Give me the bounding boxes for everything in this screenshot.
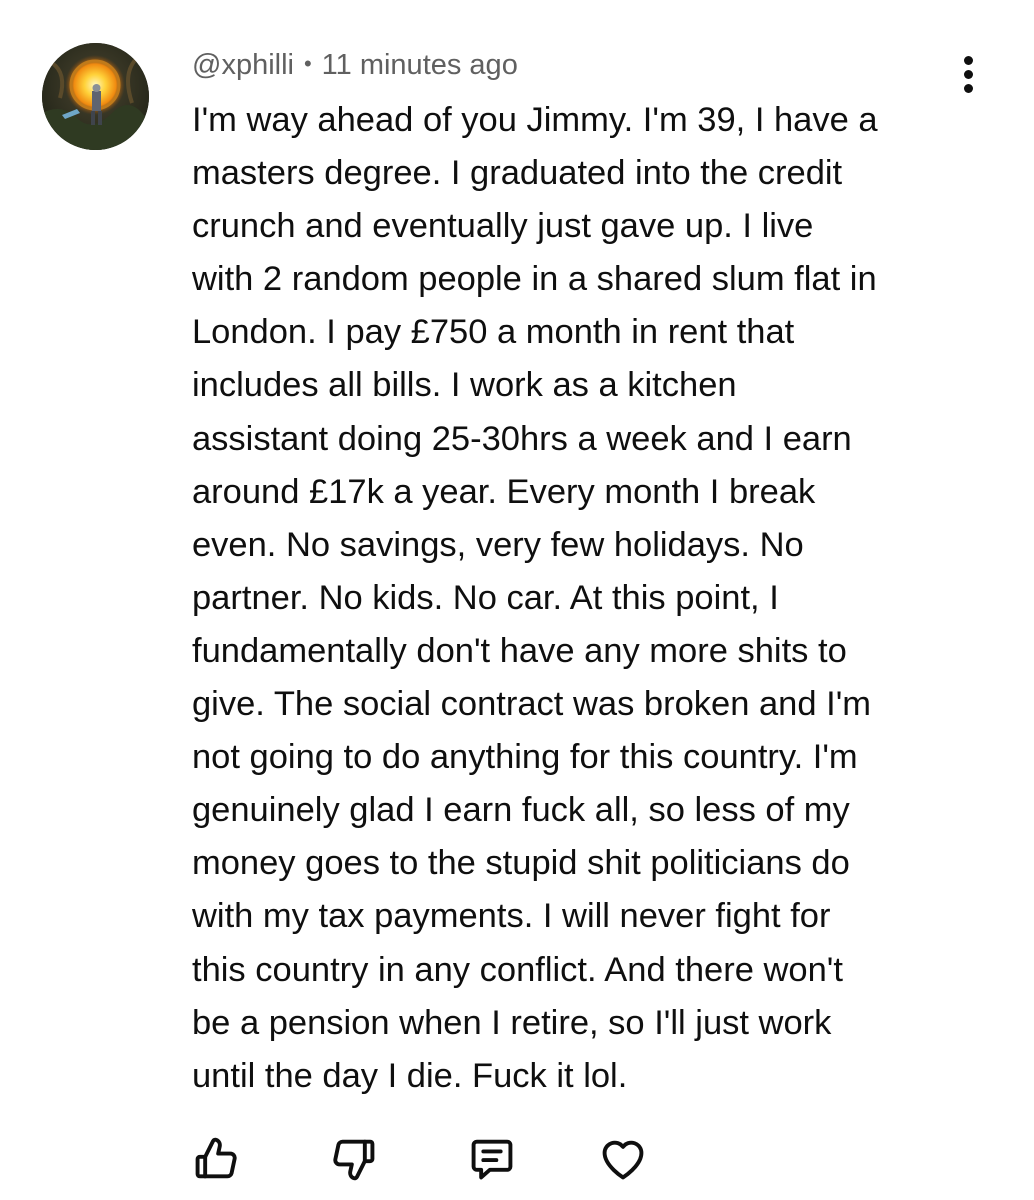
- reply-icon[interactable]: [466, 1133, 518, 1185]
- comment-meta: @xphilli • 11 minutes ago: [192, 46, 518, 83]
- thumbs-up-icon[interactable]: [190, 1133, 242, 1185]
- author-handle[interactable]: @xphilli: [192, 49, 294, 81]
- comment-text-line: money goes to the stupid shit politician…: [192, 844, 850, 883]
- menu-dot: [964, 84, 973, 93]
- vertical-ellipsis-icon[interactable]: [948, 52, 988, 98]
- comment-text-line: be a pension when I retire, so I'll just…: [192, 1003, 832, 1042]
- timestamp[interactable]: 11 minutes ago: [322, 49, 518, 81]
- comment-text-line: with 2 random people in a shared slum fl…: [192, 260, 877, 299]
- comment-text-line: crunch and eventually just gave up. I li…: [192, 207, 814, 246]
- comment-text-line: not going to do anything for this countr…: [192, 738, 858, 777]
- comment-text-line: until the day I die. Fuck it lol.: [192, 1056, 628, 1095]
- comment-text-line: includes all bills. I work as a kitchen: [192, 366, 737, 405]
- meta-separator: •: [303, 51, 312, 76]
- heart-icon[interactable]: [597, 1133, 649, 1185]
- comment-text-line: London. I pay £750 a month in rent that: [192, 313, 795, 352]
- comment-text: I'm way ahead of you Jimmy. I'm 39, I ha…: [192, 94, 982, 1103]
- comment-text-line: around £17k a year. Every month I break: [192, 472, 816, 511]
- comment-text-line: this country in any conflict. And there …: [192, 950, 843, 989]
- comment-text-line: fundamentally don't have any more shits …: [192, 631, 847, 670]
- thumbs-down-icon[interactable]: [328, 1133, 380, 1185]
- comment-text-line: even. No savings, very few holidays. No: [192, 525, 804, 564]
- comment-text-line: give. The social contract was broken and…: [192, 685, 872, 724]
- comment-text-line: genuinely glad I earn fuck all, so less …: [192, 791, 850, 830]
- comment-text-line: assistant doing 25-30hrs a week and I ea…: [192, 419, 852, 458]
- menu-dot: [964, 56, 973, 65]
- menu-dot: [964, 70, 973, 79]
- comment-text-line: with my tax payments. I will never fight…: [192, 897, 831, 936]
- comment-text-line: partner. No kids. No car. At this point,…: [192, 578, 779, 617]
- comment-text-line: I'm way ahead of you Jimmy. I'm 39, I ha…: [192, 101, 878, 139]
- game-character-portal-avatar-icon: [42, 43, 149, 150]
- comment-actions: [0, 1133, 1034, 1189]
- comment: @xphilli • 11 minutes ago I'm way ahead of…: [0, 0, 1034, 1200]
- comment-text-line: masters degree. I graduated into the cre…: [192, 154, 843, 193]
- avatar[interactable]: [42, 43, 149, 150]
